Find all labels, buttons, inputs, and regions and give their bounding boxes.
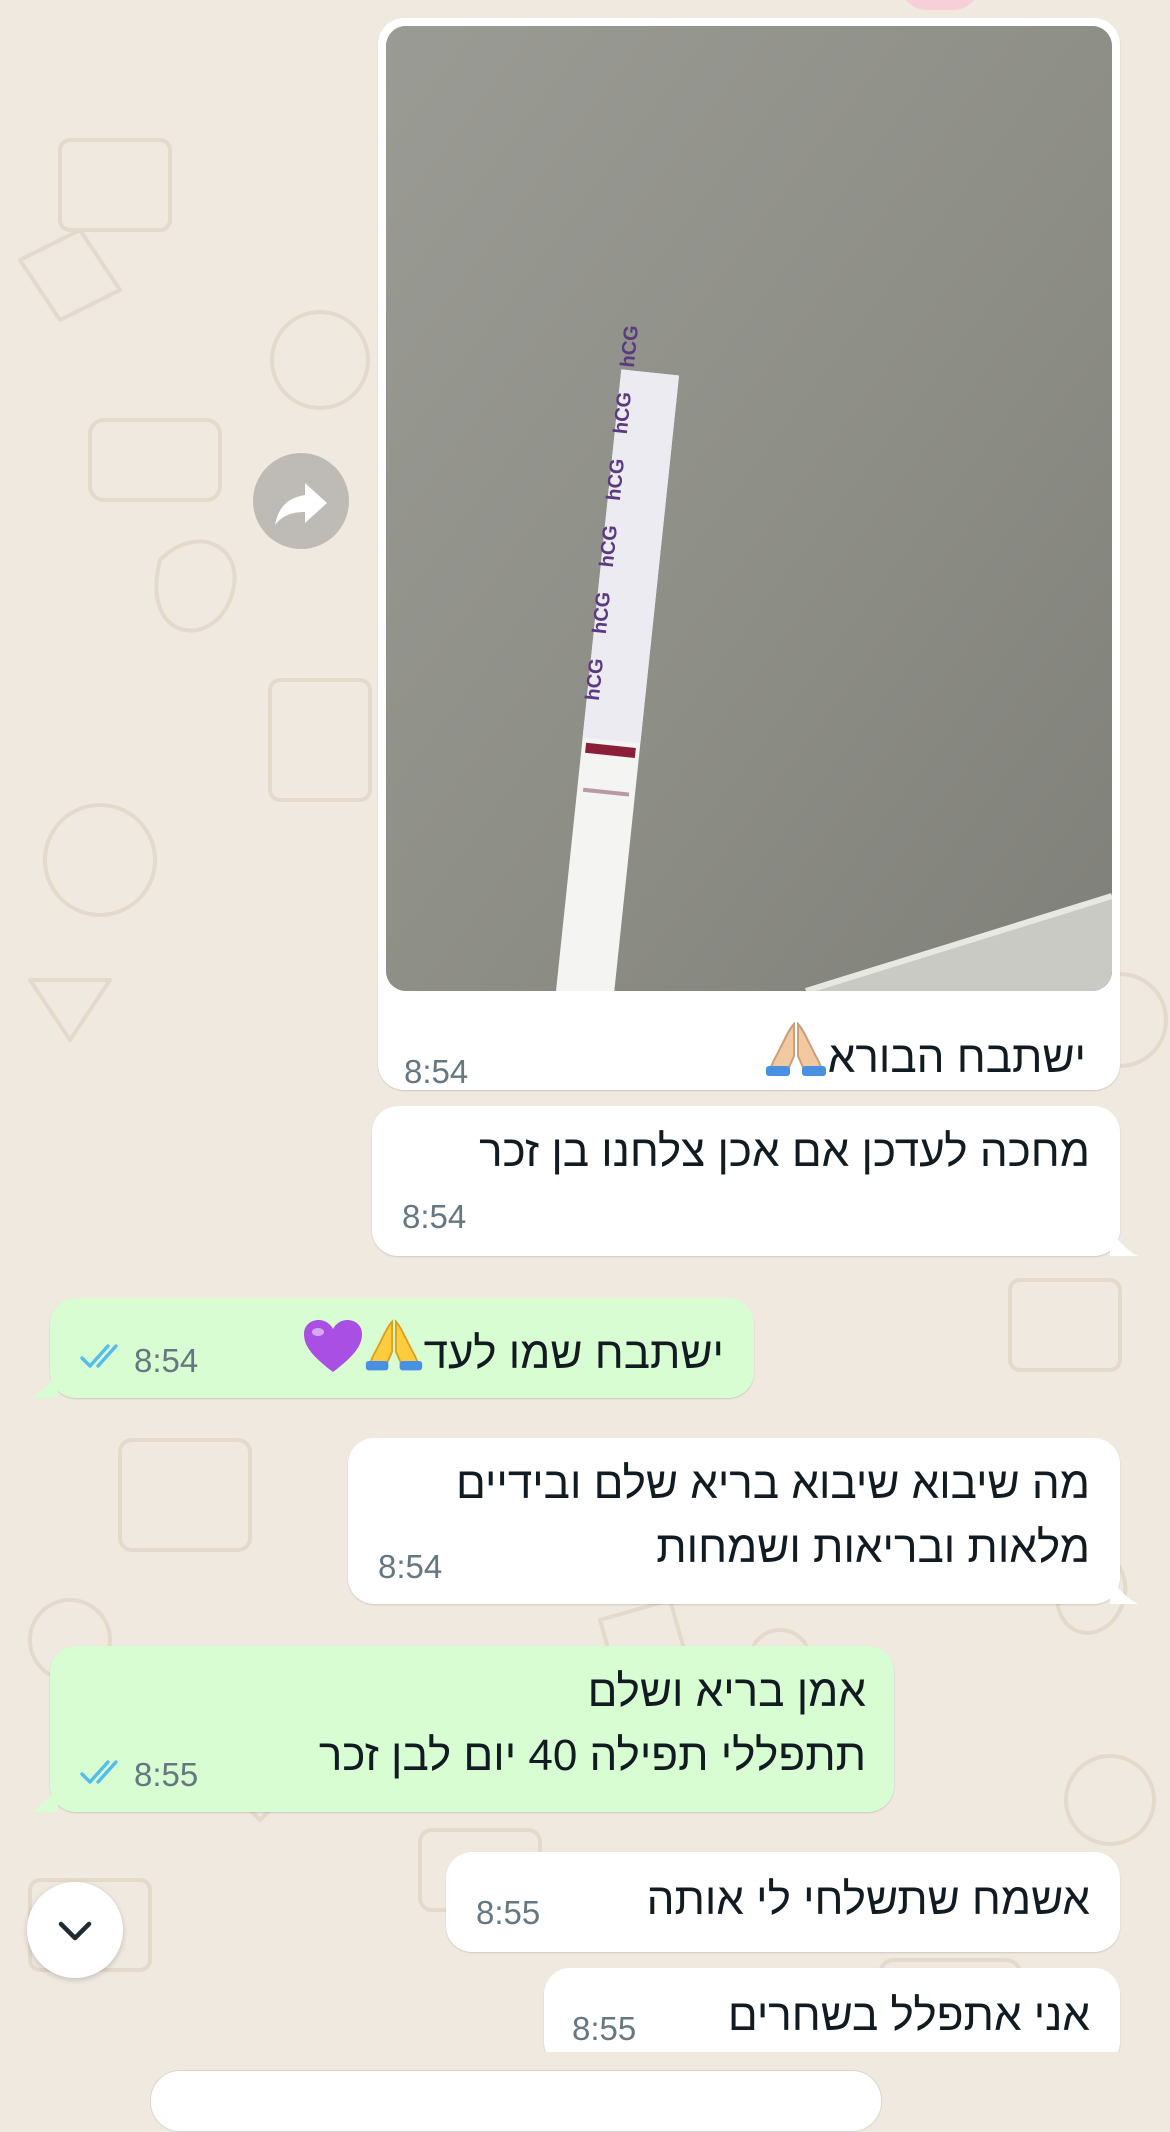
pray-emoji (364, 1316, 424, 1392)
bubble-tail (30, 1372, 58, 1398)
pregnancy-test-photo (386, 26, 1112, 991)
strip-label: hCG (588, 590, 616, 636)
message-text: ישתבח שמו לעד (302, 1316, 724, 1392)
strip-label: hCG (581, 657, 609, 702)
message-input-bar[interactable] (150, 2070, 882, 2132)
message-clip-area: אני אתפלל בשחרים 8:55 (0, 1960, 1170, 2052)
message-text: אני אתפלל בשחרים (727, 1991, 1090, 2040)
scroll-to-bottom-button[interactable] (27, 1882, 123, 1978)
strip-label: hCG (595, 524, 623, 569)
message-text-line: תתפללי תפילה 40 יום לבן זכר (318, 1731, 866, 1780)
chevron-down-icon (58, 1921, 92, 1941)
message-text: ישתבח הבורא (764, 1020, 1086, 1096)
purple-heart-emoji (302, 1318, 364, 1392)
strip-label: hCG (602, 457, 630, 502)
message-text-line: מלאות ובריאות ושמחות (656, 1523, 1090, 1572)
message-text-line: אמן בריא ושלם (587, 1667, 866, 1716)
message-time: 8:54 (134, 1342, 199, 1379)
strip-label: hCG (609, 390, 637, 436)
outgoing-message-bubble[interactable]: אמן בריא ושלם תתפללי תפילה 40 יום לבן זכ… (50, 1646, 894, 1812)
message-text: מחכה לעדכן אם אכן צלחנו בן זכר (479, 1127, 1090, 1176)
image-message-bubble[interactable]: hCG hCG hCG hCG hCG hCG ישתבח הבורא 8:54 (378, 18, 1120, 1090)
message-time: 8:55 (572, 2010, 637, 2047)
read-receipt-icon (80, 1344, 118, 1368)
message-time: 8:54 (378, 1548, 443, 1585)
bubble-tail (1110, 1578, 1138, 1604)
incoming-message-bubble[interactable]: מה שיבוא שיבוא בריא שלם ובידיים מלאות וב… (348, 1438, 1120, 1604)
incoming-message-bubble[interactable]: אשמח שתשלחי לי אותה 8:55 (446, 1852, 1120, 1952)
read-receipt-icon (80, 1760, 118, 1784)
message-time: 8:54 (404, 1053, 469, 1090)
message-time: 8:54 (402, 1198, 467, 1235)
pray-emoji (764, 1020, 828, 1096)
message-time: 8:55 (476, 1894, 541, 1931)
message-text-line: מה שיבוא שיבוא בריא שלם ובידיים (456, 1459, 1090, 1508)
bubble-tail (30, 1786, 58, 1812)
strip-label: hCG (616, 324, 644, 369)
incoming-message-bubble[interactable]: אני אתפלל בשחרים 8:55 (544, 1968, 1120, 2052)
outgoing-message-bubble[interactable]: ישתבח שמו לעד 8:54 (50, 1298, 754, 1398)
forward-icon (275, 483, 327, 525)
bubble-tail (1110, 1230, 1138, 1256)
message-text: אשמח שתשלחי לי אותה (646, 1875, 1090, 1924)
forward-button[interactable] (253, 453, 349, 549)
message-time: 8:55 (134, 1756, 199, 1793)
incoming-message-bubble[interactable]: מחכה לעדכן אם אכן צלחנו בן זכר 8:54 (372, 1106, 1120, 1256)
message-photo[interactable]: hCG hCG hCG hCG hCG hCG (386, 26, 1112, 991)
